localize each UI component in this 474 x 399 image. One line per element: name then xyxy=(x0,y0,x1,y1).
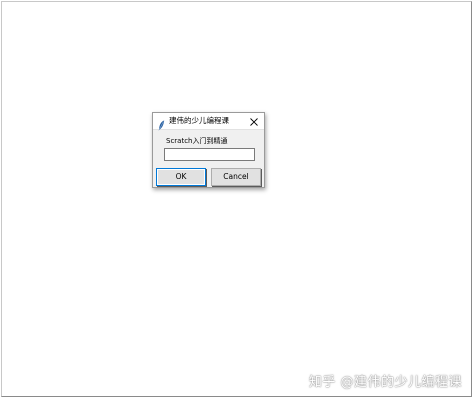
cancel-button[interactable]: Cancel xyxy=(211,168,261,186)
watermark: 知乎 @建伟的少儿编程课 xyxy=(308,375,462,390)
dialog-title: 建伟的少儿编程课 xyxy=(169,116,229,125)
close-button[interactable] xyxy=(247,115,260,128)
desktop-background xyxy=(1,1,472,397)
close-icon xyxy=(249,117,258,126)
prompt-label: Scratch入门到精通 xyxy=(166,137,228,145)
ok-button[interactable]: OK xyxy=(156,168,206,186)
input-dialog: 建伟的少儿编程课 Scratch入门到精通 OK Cancel xyxy=(152,112,265,188)
dialog-titlebar[interactable]: 建伟的少儿编程课 xyxy=(153,113,264,131)
feather-icon xyxy=(158,116,165,131)
text-input[interactable] xyxy=(164,148,255,161)
